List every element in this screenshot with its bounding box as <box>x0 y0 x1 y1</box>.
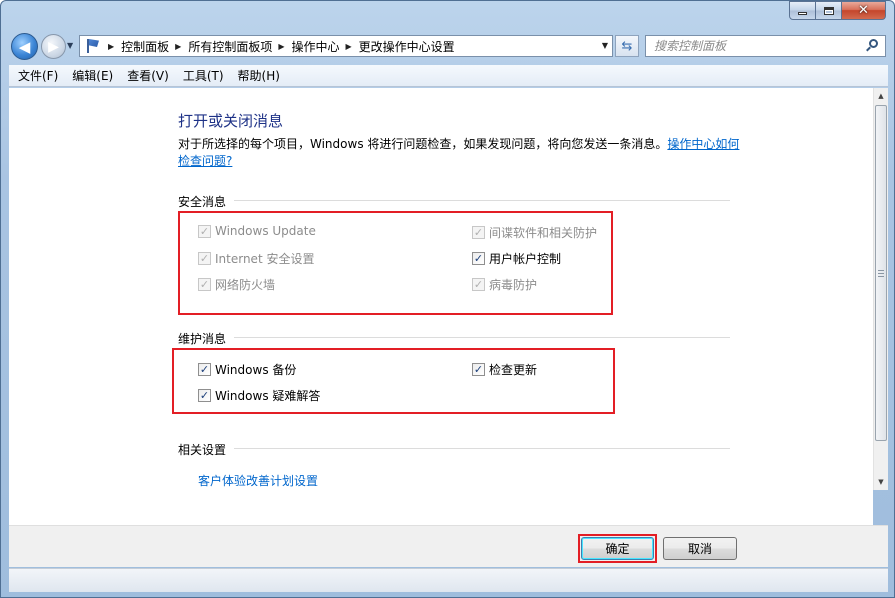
checkbox-label: Internet 安全设置 <box>215 252 315 266</box>
scroll-thumb[interactable] <box>875 105 887 441</box>
recent-pages-dropdown[interactable]: ▼ <box>67 41 73 50</box>
page-title: 打开或关闭消息 <box>178 112 284 130</box>
security-heading: 安全消息 <box>178 195 227 209</box>
related-divider <box>234 448 730 449</box>
refresh-button[interactable]: ⇆ <box>615 35 639 57</box>
close-button[interactable]: ✕ <box>842 1 886 20</box>
breadcrumb-separator-icon[interactable]: ▶ <box>278 42 284 51</box>
scroll-up-icon[interactable]: ▲ <box>874 88 888 104</box>
menu-edit[interactable]: 编辑(E) <box>63 67 118 84</box>
maximize-button[interactable] <box>816 1 842 20</box>
refresh-icon: ⇆ <box>621 38 633 54</box>
menu-help[interactable]: 帮助(H) <box>229 67 285 84</box>
checkbox-label: 检查更新 <box>489 363 538 377</box>
menu-tools[interactable]: 工具(T) <box>174 67 229 84</box>
description-text: 对于所选择的每个项目，Windows 将进行问题检查，如果发现问题，将向您发送一… <box>178 137 668 151</box>
search-icon[interactable] <box>866 39 879 52</box>
checkbox-label: Windows 备份 <box>215 363 297 377</box>
ceip-settings-link[interactable]: 客户体验改善计划设置 <box>198 472 318 489</box>
checkbox-check-updates[interactable]: ✓ 检查更新 <box>472 361 537 378</box>
content-pane: 打开或关闭消息 对于所选择的每个项目，Windows 将进行问题检查，如果发现问… <box>9 88 873 525</box>
scroll-down-icon[interactable]: ▼ <box>874 474 888 490</box>
maximize-icon <box>823 6 834 15</box>
breadcrumb: 控制面板 ▶ 所有控制面板项 ▶ 操作中心 ▶ 更改操作中心设置 <box>121 38 455 55</box>
navigation-bar: ◀ ▶ ▼ ▶ 控制面板 ▶ 所有控制面板项 ▶ 操作中心 ▶ 更改操作中心设置… <box>1 27 894 65</box>
checkbox-label: 网络防火墙 <box>215 278 276 292</box>
breadcrumb-control-panel[interactable]: 控制面板 <box>121 38 169 55</box>
checkbox-box: ✓ <box>198 389 211 402</box>
ok-button[interactable]: 确定 <box>581 537 654 560</box>
search-input[interactable] <box>654 37 859 55</box>
checkbox-box: ✓ <box>198 363 211 376</box>
status-bar <box>9 568 888 592</box>
checkbox-firewall[interactable]: ✓ 网络防火墙 <box>198 276 275 293</box>
checkbox-box: ✓ <box>198 252 211 265</box>
related-heading: 相关设置 <box>178 443 227 457</box>
checkbox-box: ✓ <box>472 252 485 265</box>
address-bar[interactable]: ▶ 控制面板 ▶ 所有控制面板项 ▶ 操作中心 ▶ 更改操作中心设置 ▼ <box>79 35 613 57</box>
close-icon: ✕ <box>858 3 869 18</box>
checkbox-troubleshooting[interactable]: ✓ Windows 疑难解答 <box>198 387 320 404</box>
address-dropdown-icon[interactable]: ▼ <box>602 41 608 50</box>
search-box[interactable] <box>645 35 886 57</box>
button-bar: 确定 取消 <box>9 525 888 567</box>
menu-file[interactable]: 文件(F) <box>9 67 63 84</box>
checkbox-uac[interactable]: ✓ 用户帐户控制 <box>472 250 561 267</box>
checkbox-virus[interactable]: ✓ 病毒防护 <box>472 276 537 293</box>
breadcrumb-separator-icon[interactable]: ▶ <box>346 42 352 51</box>
breadcrumb-action-center[interactable]: 操作中心 <box>292 38 340 55</box>
window-frame: ✕ ◀ ▶ ▼ ▶ 控制面板 ▶ 所有控制面板项 ▶ 操作中心 ▶ 更改操作中心… <box>0 0 895 598</box>
security-divider <box>234 200 730 201</box>
checkbox-internet-security[interactable]: ✓ Internet 安全设置 <box>198 250 314 267</box>
checkbox-box: ✓ <box>472 278 485 291</box>
grip-icon <box>878 269 884 277</box>
vertical-scrollbar[interactable]: ▲ ▼ <box>873 88 888 490</box>
forward-button[interactable]: ▶ <box>41 34 66 59</box>
menu-bar: 文件(F) 编辑(E) 查看(V) 工具(T) 帮助(H) <box>9 65 888 87</box>
breadcrumb-all-items[interactable]: 所有控制面板项 <box>188 38 272 55</box>
breadcrumb-root-arrow[interactable]: ▶ <box>108 42 114 51</box>
checkbox-windows-update[interactable]: ✓ Windows Update <box>198 224 316 238</box>
minimize-icon <box>798 12 807 15</box>
checkbox-spyware[interactable]: ✓ 间谍软件和相关防护 <box>472 224 597 241</box>
checkbox-box: ✓ <box>198 224 211 238</box>
checkbox-label: Windows 疑难解答 <box>215 389 321 403</box>
checkbox-label: 病毒防护 <box>489 278 538 292</box>
maintenance-highlight-box <box>172 348 615 414</box>
checkbox-box: ✓ <box>472 226 485 239</box>
menu-view[interactable]: 查看(V) <box>118 67 174 84</box>
page-description: 对于所选择的每个项目，Windows 将进行问题检查，如果发现问题，将向您发送一… <box>178 136 743 170</box>
back-button[interactable]: ◀ <box>11 33 38 60</box>
caption-buttons: ✕ <box>789 1 886 20</box>
breadcrumb-separator-icon[interactable]: ▶ <box>175 42 181 51</box>
checkbox-box: ✓ <box>472 363 485 376</box>
checkbox-label: Windows Update <box>215 224 316 238</box>
checkbox-label: 用户帐户控制 <box>489 252 562 266</box>
checkbox-windows-backup[interactable]: ✓ Windows 备份 <box>198 361 296 378</box>
forward-arrow-icon: ▶ <box>48 38 59 55</box>
maintenance-heading: 维护消息 <box>178 332 227 346</box>
back-arrow-icon: ◀ <box>18 37 31 56</box>
maintenance-divider <box>234 337 730 338</box>
minimize-button[interactable] <box>789 1 816 20</box>
breadcrumb-change-settings[interactable]: 更改操作中心设置 <box>359 38 455 55</box>
checkbox-box: ✓ <box>198 278 211 291</box>
cancel-button[interactable]: 取消 <box>663 537 737 560</box>
checkbox-label: 间谍软件和相关防护 <box>489 226 598 240</box>
control-panel-flag-icon <box>84 38 102 54</box>
